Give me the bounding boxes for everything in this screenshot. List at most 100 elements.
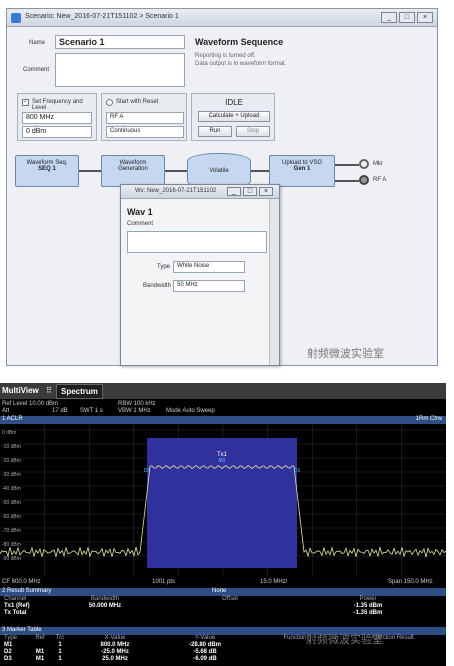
level-input[interactable]: 0 dBm [22,126,92,138]
title-bar: Scenario: New_2016-07-21T151102 > Scenar… [7,9,437,27]
watermark: 射频微波实验室 [307,348,384,360]
frequency-input[interactable]: 800 MHz [22,112,92,124]
table-cell: Trc [55,635,65,641]
table-cell: Ref [35,635,45,641]
table-cell: -28.80 dBm [188,642,221,648]
vbw-value: VBW 1 MHz [118,408,151,414]
table-cell [250,656,340,663]
mode-select[interactable]: Continuous [106,126,184,138]
table-cell: M1 [4,642,13,648]
table-cell: M1 [35,649,45,655]
dialog-title-bar: Wv: New_2016-07-21T151102 _ □ × [121,185,279,199]
table-cell: -5.68 dB [193,649,217,655]
waveform-generation-block[interactable]: Waveform Generation [101,155,165,187]
marker-m1: M1 [219,458,226,464]
tab-multiview[interactable]: MultiView [2,386,39,395]
table-cell: X-Value [104,635,126,641]
y-tick-label: -10 dBm [2,444,21,450]
spectrum-plot: 0 dBm -10 dBm -20 dBm -30 dBm -40 dBm -50 dBm… [0,424,446,576]
table-cell: D2 [4,649,12,655]
table-cell: -25.0 MHz [101,649,129,655]
dialog-comment-label: Comment [127,221,154,227]
type-select[interactable]: White Noise [173,261,245,273]
watermark: 射频微波实验室 [306,634,383,646]
stop-button[interactable]: Stop [236,126,270,137]
run-button[interactable]: Run [198,126,232,137]
table-cell: D3 [4,656,12,662]
table-row: D3 M1 1 25.0 MHz -6.09 dB [0,656,446,663]
name-input[interactable]: Scenario 1 [55,35,185,49]
wave-name[interactable]: Wav 1 [127,207,153,217]
marker-output-connector [359,159,369,169]
waveform-generation-sub: Generation [118,166,148,172]
reset-label: Start with Reset [116,99,159,105]
reset-radio[interactable] [106,99,113,106]
info-output: Data output is in waveform format. [195,61,287,67]
table-cell: Type [4,635,18,641]
frequency-checkbox[interactable]: ✓ [22,99,29,106]
upload-vsg-sub: Gen 1 [293,166,311,172]
table-cell: 50.000 MHz [88,603,122,609]
ref-level: Ref Level 10.00 dBm [2,401,59,407]
y-tick-label: -30 dBm [2,472,21,478]
points-count: 1001 pts [152,579,176,585]
frequency-group: ✓ Set Frequency and Level 800 MHz 0 dBm [17,93,97,141]
table-cell [170,603,290,610]
table-cell: -1.35 dBm [353,603,383,609]
minimize-button[interactable]: _ [381,12,397,23]
waveform-dialog: Wv: New_2016-07-21T151102 _ □ × Wav 1 Co… [120,184,280,366]
dialog-comment-input[interactable] [127,231,267,253]
marker-table-title: 3 Marker Table [2,627,42,633]
y-tick-label: -50 dBm [2,500,21,506]
result-summary-table: Channel Bandwidth Offset Power Tx1 (Ref) 50.0… [0,596,446,617]
rf-output-connector [359,175,369,185]
window-title: Scenario: New_2016-07-21T151102 > Scenar… [25,13,179,20]
table-row: Tx Total -1.35 dBm [0,610,446,617]
y-tick-label: -90 dBm [2,556,21,562]
mode-select-value: Continuous [110,128,141,134]
table-cell: Tx1 (Ref) [4,603,30,609]
y-tick-label: 0 dBm [2,430,16,436]
flow-arrow [335,180,359,182]
flow-arrow [79,170,101,172]
table-cell: Power [359,596,377,602]
dialog-scrollbar[interactable] [269,199,279,365]
table-cell: 25.0 MHz [102,656,128,662]
close-button[interactable]: × [417,12,433,23]
dialog-maximize-button[interactable]: □ [243,187,257,196]
table-cell: 800.0 MHz [100,642,130,648]
comment-input[interactable] [55,53,185,87]
dialog-close-button[interactable]: × [259,187,273,196]
upload-vsg-block[interactable]: Upload to VSG Gen 1 [269,155,335,187]
bandwidth-input[interactable]: 50 MHz [173,280,245,292]
table-cell: Tx Total [4,610,27,616]
table-cell [340,649,446,656]
table-cell: Y-Value [194,635,216,641]
dialog-minimize-button[interactable]: _ [227,187,241,196]
swt-value: SWT 1 s [80,408,103,414]
flow-arrow [165,170,187,172]
table-cell: -1.35 dBm [353,610,383,616]
reset-group: Start with Reset RF A Continuous [101,93,187,141]
y-tick-label: -60 dBm [2,514,21,520]
tab-bar: MultiView ⠿ Spectrum [0,383,446,399]
center-frequency: CF 800.0 MHz [2,579,41,585]
flow-arrow [251,170,269,172]
table-cell: Channel [4,596,27,602]
spectrum-analyzer: MultiView ⠿ Spectrum Ref Level 10.00 dBm… [0,383,446,666]
tab-spectrum[interactable]: Spectrum [56,384,103,399]
freq-per-div: 15.0 MHz/ [260,579,288,585]
y-tick-label: -40 dBm [2,486,21,492]
y-tick-label: -70 dBm [2,528,21,534]
type-label: Type [157,264,171,270]
bandwidth-label: Bandwidth [143,283,172,289]
waveform-seq-block[interactable]: Waveform Seq. SEQ 1 [15,155,79,187]
rf-select[interactable]: RF A [106,112,184,124]
maximize-button[interactable]: □ [399,12,415,23]
calculate-upload-button[interactable]: Calculate + Upload [198,111,270,122]
mode-value: Mode Auto Sweep [166,408,215,414]
marker-d2: D1 [144,468,151,474]
type-select-value: White Noise [177,263,210,269]
table-cell: Offset [222,596,238,602]
marker-d3: D1 [294,468,301,474]
